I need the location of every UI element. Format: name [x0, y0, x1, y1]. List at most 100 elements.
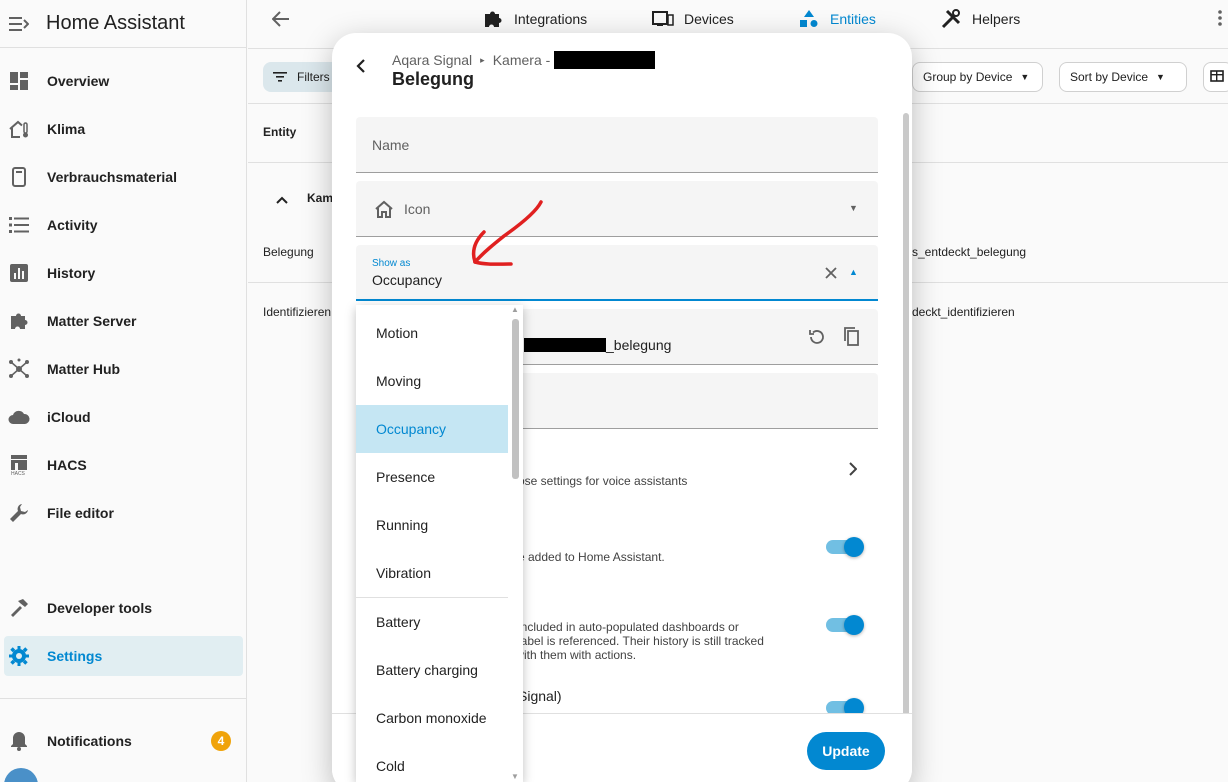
scroll-up-arrow-icon[interactable]: ▲	[511, 305, 519, 314]
caret-down-icon[interactable]: ▼	[849, 203, 858, 213]
show-as-label: Show as	[372, 258, 411, 269]
sidebar-item-klima[interactable]: Klima	[4, 109, 243, 149]
row-entity-id: deckt_identifizieren	[912, 305, 1015, 319]
sidebar-item-file-editor[interactable]: File editor	[4, 493, 243, 533]
overview-icon	[8, 70, 30, 92]
chevron-up-icon[interactable]	[276, 191, 288, 207]
list-icon	[8, 214, 30, 236]
close-icon[interactable]	[825, 266, 837, 284]
bell-icon	[8, 730, 30, 752]
option-motion[interactable]: Motion	[356, 309, 508, 357]
tab-entities[interactable]: Entities	[798, 8, 876, 30]
shapes-icon	[798, 8, 820, 30]
svg-text:HACS: HACS	[11, 471, 26, 476]
option-vibration[interactable]: Vibration	[356, 549, 508, 597]
more-vert-icon[interactable]	[1218, 10, 1222, 31]
dropdown-scrollbar[interactable]	[512, 319, 519, 479]
sort-by-label: Sort by Device	[1070, 70, 1149, 84]
sidebar-item-hacs[interactable]: HACS HACS	[4, 445, 243, 485]
row-entity-name[interactable]: Belegung	[263, 245, 314, 259]
option-presence[interactable]: Presence	[356, 453, 508, 501]
tools-icon	[940, 8, 962, 30]
chevron-left-icon[interactable]	[356, 57, 366, 80]
row-entity-id: s_entdeckt_belegung	[912, 245, 1027, 259]
avatar[interactable]	[4, 768, 38, 782]
sidebar-item-label: HACS	[47, 457, 87, 473]
enabled-description: e added to Home Assistant.	[518, 550, 665, 564]
table-cog-icon	[1210, 70, 1224, 82]
sidebar-item-activity[interactable]: Activity	[4, 205, 243, 245]
option-running[interactable]: Running	[356, 501, 508, 549]
icon-field[interactable]: Icon ▼	[356, 181, 878, 237]
caret-down-icon: ▼	[1156, 72, 1165, 82]
table-settings-button[interactable]	[1203, 62, 1228, 92]
option-battery-charging[interactable]: Battery charging	[356, 646, 508, 694]
menu-icon[interactable]	[8, 13, 30, 35]
restore-icon[interactable]	[808, 328, 826, 351]
sidebar-item-label: Matter Server	[47, 313, 137, 329]
sidebar: Home Assistant Overview Klima Verbrauchs…	[0, 0, 247, 782]
back-arrow-icon[interactable]	[271, 10, 290, 33]
toggle-knob	[844, 615, 864, 635]
sidebar-item-history[interactable]: History	[4, 253, 243, 293]
scroll-down-arrow-icon[interactable]: ▼	[511, 772, 519, 781]
sidebar-item-label: Matter Hub	[47, 361, 121, 377]
sidebar-item-developer-tools[interactable]: Developer tools	[4, 588, 243, 628]
tab-label: Devices	[684, 11, 734, 27]
sidebar-item-settings[interactable]: Settings	[4, 636, 243, 676]
option-moving[interactable]: Moving	[356, 357, 508, 405]
caret-up-icon[interactable]: ▲	[849, 267, 858, 277]
tab-helpers[interactable]: Helpers	[940, 8, 1020, 30]
sidebar-item-icloud[interactable]: iCloud	[4, 397, 243, 437]
home-outline-icon	[374, 200, 394, 223]
sort-by-select[interactable]: Sort by Device ▼	[1059, 62, 1187, 92]
option-occupancy[interactable]: Occupancy	[356, 405, 508, 453]
visible-description-1: included in auto-populated dashboards or	[518, 620, 739, 634]
name-field-label: Name	[372, 137, 410, 153]
sidebar-item-label: Klima	[47, 121, 86, 137]
sidebar-item-verbrauchsmaterial[interactable]: Verbrauchsmaterial	[4, 157, 243, 197]
name-field[interactable]: Name	[356, 117, 878, 173]
visible-description-3: vith them with actions.	[518, 648, 637, 662]
sidebar-item-label: File editor	[47, 505, 114, 521]
breadcrumb: Aqara Signal ▸ Kamera -	[392, 51, 656, 69]
sidebar-item-matter-server[interactable]: Matter Server	[4, 301, 243, 341]
puzzle-icon	[482, 8, 504, 30]
sidebar-header: Home Assistant	[0, 0, 246, 48]
redacted-block	[554, 51, 656, 69]
group-by-select[interactable]: Group by Device ▼	[912, 62, 1043, 92]
wrench-icon	[8, 502, 30, 524]
option-cold[interactable]: Cold	[356, 742, 508, 782]
visible-toggle[interactable]	[826, 615, 864, 635]
option-carbon-monoxide[interactable]: Carbon monoxide	[356, 694, 508, 742]
tab-devices[interactable]: Devices	[652, 8, 734, 30]
filters-label: Filters	[297, 70, 330, 84]
option-battery[interactable]: Battery	[356, 598, 508, 646]
breadcrumb-separator-icon: ▸	[480, 54, 485, 65]
copy-icon[interactable]	[844, 327, 860, 352]
filter-icon	[273, 72, 287, 82]
tab-integrations[interactable]: Integrations	[482, 8, 587, 30]
dialog-title: Belegung	[392, 69, 475, 89]
sidebar-item-matter-hub[interactable]: Matter Hub	[4, 349, 243, 389]
visible-description-2: label is referenced. Their history is st…	[518, 634, 764, 648]
breadcrumb-integration: Aqara Signal	[392, 52, 473, 68]
dialog-scrollbar[interactable]	[903, 113, 909, 725]
show-as-select[interactable]: Show as Occupancy ▲	[356, 245, 878, 301]
chevron-right-icon[interactable]	[849, 462, 858, 481]
column-header-entity[interactable]: Entity	[263, 125, 296, 139]
hacs-icon: HACS	[8, 454, 30, 476]
app-title: Home Assistant	[46, 12, 185, 34]
puzzle-icon	[8, 310, 30, 332]
icon-field-label: Icon	[404, 201, 431, 217]
entity-id-suffix: _belegung	[606, 337, 672, 353]
row-entity-name[interactable]: Identifizieren	[263, 305, 331, 319]
sidebar-item-overview[interactable]: Overview	[4, 61, 243, 101]
update-button[interactable]: Update	[807, 732, 885, 770]
group-header-label: Kam	[307, 191, 334, 205]
phone-icon	[8, 166, 30, 188]
sidebar-item-notifications[interactable]: Notifications 4	[4, 721, 243, 761]
enabled-toggle[interactable]	[826, 537, 864, 557]
sidebar-item-label: Activity	[47, 217, 98, 233]
sidebar-item-label: Notifications	[47, 733, 132, 749]
